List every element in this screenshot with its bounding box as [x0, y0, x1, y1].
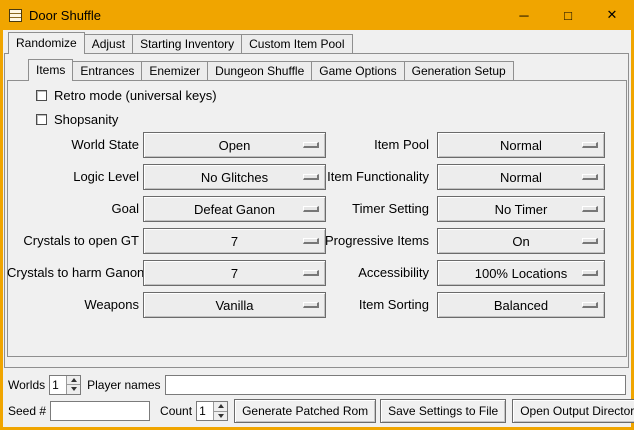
- progressive-items-value: On: [512, 234, 529, 249]
- crystals-ganon-value: 7: [231, 266, 238, 281]
- seed-input[interactable]: [50, 401, 150, 421]
- world-state-label: World State: [7, 132, 139, 158]
- dropdown-indicator-icon: [303, 206, 319, 212]
- world-state-dropdown[interactable]: Open: [143, 132, 326, 158]
- crystals-ganon-dropdown[interactable]: 7: [143, 260, 326, 286]
- goal-label: Goal: [7, 196, 139, 222]
- minimize-icon[interactable]: ─: [502, 0, 546, 30]
- tab-starting-inventory[interactable]: Starting Inventory: [132, 34, 242, 53]
- world-state-value: Open: [219, 138, 251, 153]
- item-pool-value: Normal: [500, 138, 542, 153]
- count-spin-arrows: [213, 402, 227, 420]
- tab-enemizer[interactable]: Enemizer: [141, 61, 208, 80]
- item-pool-dropdown[interactable]: Normal: [437, 132, 605, 158]
- weapons-value: Vanilla: [215, 298, 253, 313]
- seed-row: Seed # Count Generate Patched Rom Save S…: [8, 399, 626, 423]
- count-spinbox: [196, 401, 228, 421]
- count-input[interactable]: [197, 402, 213, 420]
- crystals-gt-value: 7: [231, 234, 238, 249]
- tab-generation-setup[interactable]: Generation Setup: [404, 61, 514, 80]
- crystals-gt-dropdown[interactable]: 7: [143, 228, 326, 254]
- spin-up-icon[interactable]: [67, 376, 80, 385]
- tab-entrances[interactable]: Entrances: [72, 61, 142, 80]
- player-names-input[interactable]: [165, 375, 627, 395]
- weapons-dropdown[interactable]: Vanilla: [143, 292, 326, 318]
- player-names-label: Player names: [87, 378, 160, 392]
- worlds-input[interactable]: [50, 376, 66, 394]
- tab-dungeon-shuffle[interactable]: Dungeon Shuffle: [207, 61, 312, 80]
- item-functionality-label: Item Functionality: [325, 164, 429, 190]
- window: Door Shuffle ─ □ ✕ Randomize Adjust Star…: [0, 0, 634, 430]
- crystals-gt-label: Crystals to open GT: [7, 228, 139, 254]
- inner-tab-bar: Items Entrances Enemizer Dungeon Shuffle…: [28, 59, 513, 81]
- item-sorting-label: Item Sorting: [325, 292, 429, 318]
- worlds-row: Worlds Player names: [8, 374, 626, 395]
- item-pool-label: Item Pool: [325, 132, 429, 158]
- progressive-items-label: Progressive Items: [325, 228, 429, 254]
- window-title: Door Shuffle: [29, 8, 101, 23]
- dropdown-indicator-icon: [582, 174, 598, 180]
- dropdown-indicator-icon: [582, 302, 598, 308]
- dropdown-indicator-icon: [582, 142, 598, 148]
- timer-setting-value: No Timer: [495, 202, 548, 217]
- timer-setting-dropdown[interactable]: No Timer: [437, 196, 605, 222]
- close-icon[interactable]: ✕: [590, 0, 634, 30]
- dropdown-indicator-icon: [582, 238, 598, 244]
- client-area: Randomize Adjust Starting Inventory Cust…: [3, 30, 631, 427]
- seed-label: Seed #: [8, 404, 46, 418]
- count-label: Count: [160, 404, 192, 418]
- retro-mode-checkbox-row: Retro mode (universal keys): [36, 88, 217, 103]
- dropdown-indicator-icon: [303, 270, 319, 276]
- generate-rom-button[interactable]: Generate Patched Rom: [234, 399, 376, 423]
- weapons-label: Weapons: [7, 292, 139, 318]
- titlebar: Door Shuffle ─ □ ✕: [0, 0, 634, 30]
- worlds-label: Worlds: [8, 378, 45, 392]
- spin-down-icon[interactable]: [67, 384, 80, 394]
- accessibility-dropdown[interactable]: 100% Locations: [437, 260, 605, 286]
- progressive-items-dropdown[interactable]: On: [437, 228, 605, 254]
- app-icon: [9, 9, 22, 22]
- logic-level-dropdown[interactable]: No Glitches: [143, 164, 326, 190]
- maximize-icon[interactable]: □: [546, 0, 590, 30]
- item-functionality-value: Normal: [500, 170, 542, 185]
- item-functionality-dropdown[interactable]: Normal: [437, 164, 605, 190]
- logic-level-label: Logic Level: [7, 164, 139, 190]
- spin-down-icon[interactable]: [214, 411, 227, 421]
- dropdown-indicator-icon: [303, 302, 319, 308]
- outer-tab-bar: Randomize Adjust Starting Inventory Cust…: [8, 32, 352, 54]
- goal-dropdown[interactable]: Defeat Ganon: [143, 196, 326, 222]
- tab-adjust[interactable]: Adjust: [84, 34, 133, 53]
- dropdown-indicator-icon: [303, 142, 319, 148]
- goal-value: Defeat Ganon: [194, 202, 275, 217]
- timer-setting-label: Timer Setting: [325, 196, 429, 222]
- accessibility-label: Accessibility: [325, 260, 429, 286]
- tab-items[interactable]: Items: [28, 59, 73, 81]
- window-controls: ─ □ ✕: [502, 0, 634, 30]
- save-settings-button[interactable]: Save Settings to File: [380, 399, 506, 423]
- dropdown-indicator-icon: [582, 206, 598, 212]
- accessibility-value: 100% Locations: [475, 266, 568, 281]
- worlds-spin-arrows: [66, 376, 80, 394]
- dropdown-indicator-icon: [303, 238, 319, 244]
- shopsanity-checkbox-row: Shopsanity: [36, 112, 118, 127]
- item-sorting-value: Balanced: [494, 298, 548, 313]
- dropdown-indicator-icon: [303, 174, 319, 180]
- dropdown-indicator-icon: [582, 270, 598, 276]
- shopsanity-label: Shopsanity: [54, 112, 118, 127]
- tab-game-options[interactable]: Game Options: [311, 61, 404, 80]
- spin-up-icon[interactable]: [214, 402, 227, 411]
- retro-mode-label: Retro mode (universal keys): [54, 88, 217, 103]
- tab-randomize[interactable]: Randomize: [8, 32, 85, 54]
- retro-mode-checkbox[interactable]: [36, 90, 47, 101]
- logic-level-value: No Glitches: [201, 170, 268, 185]
- shopsanity-checkbox[interactable]: [36, 114, 47, 125]
- open-output-button[interactable]: Open Output Directory: [512, 399, 634, 423]
- crystals-ganon-label: Crystals to harm Ganon: [7, 260, 139, 286]
- tab-custom-item-pool[interactable]: Custom Item Pool: [241, 34, 352, 53]
- item-sorting-dropdown[interactable]: Balanced: [437, 292, 605, 318]
- worlds-spinbox: [49, 375, 81, 395]
